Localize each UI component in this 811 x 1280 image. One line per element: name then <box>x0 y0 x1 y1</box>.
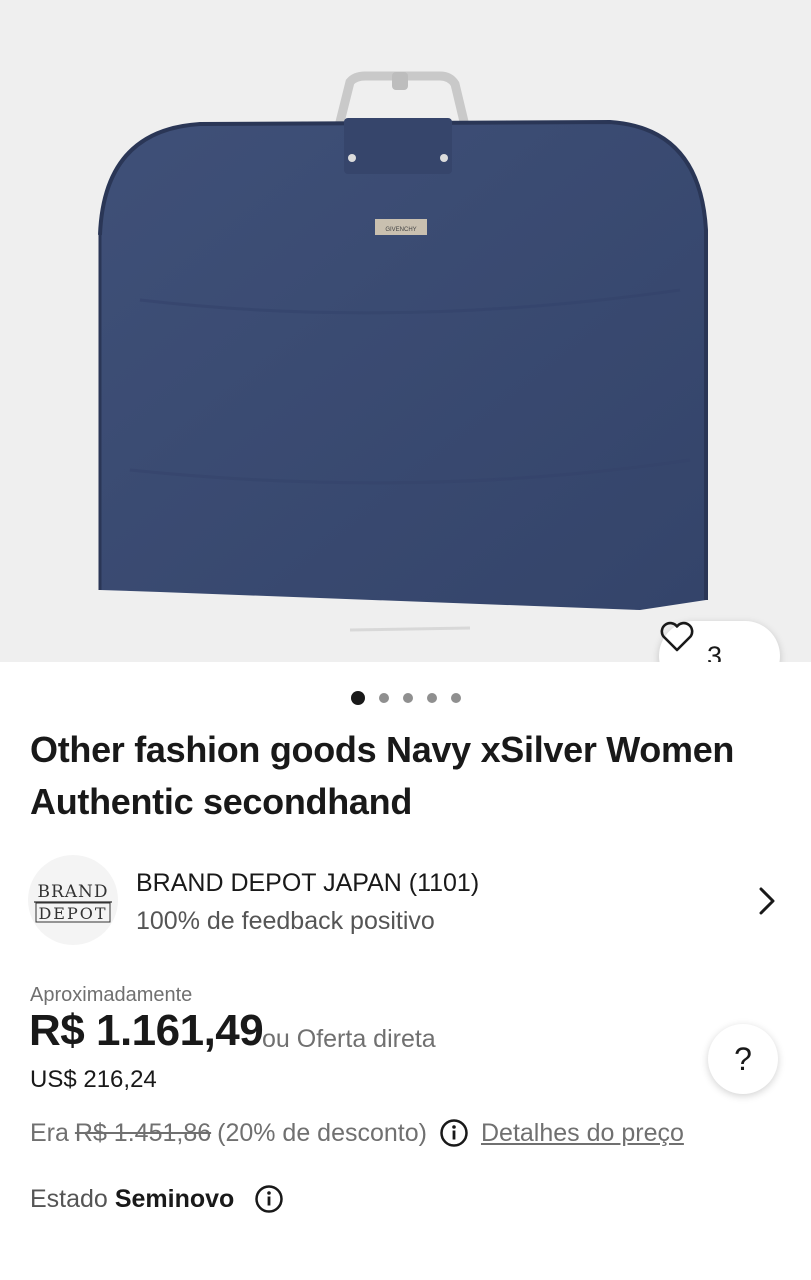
svg-text:GIVENCHY: GIVENCHY <box>385 227 416 233</box>
condition-value: Seminovo <box>114 1184 235 1213</box>
pagination-dot[interactable] <box>426 693 437 703</box>
pagination-dot-active[interactable] <box>350 691 365 705</box>
info-icon[interactable] <box>254 1184 284 1214</box>
condition-row: Estado Seminovo <box>30 1184 284 1214</box>
favorite-count: 3 <box>706 640 723 663</box>
chevron-right-icon[interactable] <box>756 885 778 922</box>
discount-text: (20% de desconto) <box>217 1118 427 1147</box>
price-details-link[interactable]: Detalhes do preço <box>481 1119 684 1148</box>
pagination-dot[interactable] <box>378 693 389 703</box>
price-value: R$ 1.161,49 <box>29 1006 264 1055</box>
seller-logo-text-1: BRAND <box>37 882 108 902</box>
original-price-row: Era R$ 1.451,86 (20% de desconto) Detalh… <box>30 1118 684 1148</box>
best-offer-text: ou Oferta direta <box>262 1025 436 1053</box>
seller-logo-text-2: DEPOT <box>38 904 107 923</box>
condition-label: Estado <box>30 1184 108 1213</box>
favorite-button[interactable]: 3 <box>659 621 780 662</box>
product-image: GIVENCHY <box>98 71 708 632</box>
help-button[interactable]: ? <box>708 1024 778 1094</box>
product-image-gallery[interactable]: GIVENCHY 3 <box>0 0 811 662</box>
was-price: R$ 1.451,86 <box>74 1118 212 1147</box>
usd-price: US$ 216,24 <box>30 1066 157 1093</box>
approx-label: Aproximadamente <box>30 984 193 1006</box>
was-label: Era <box>30 1118 69 1147</box>
seller-name[interactable]: BRAND DEPOT JAPAN (1101) <box>136 869 479 898</box>
seller-logo: BRAND DEPOT <box>28 855 118 945</box>
seller-feedback: 100% de feedback positivo <box>136 907 435 935</box>
listing-title: Other fashion goods Navy xSilver Women A… <box>30 729 735 822</box>
seller-info-row[interactable]: BRAND DEPOT BRAND DEPOT JAPAN (1101) 100… <box>28 853 788 945</box>
image-pagination-dots[interactable] <box>0 690 811 706</box>
help-icon: ? <box>734 1040 752 1077</box>
pagination-dot[interactable] <box>450 693 461 703</box>
info-icon[interactable] <box>439 1118 469 1148</box>
pagination-dot[interactable] <box>402 693 413 703</box>
